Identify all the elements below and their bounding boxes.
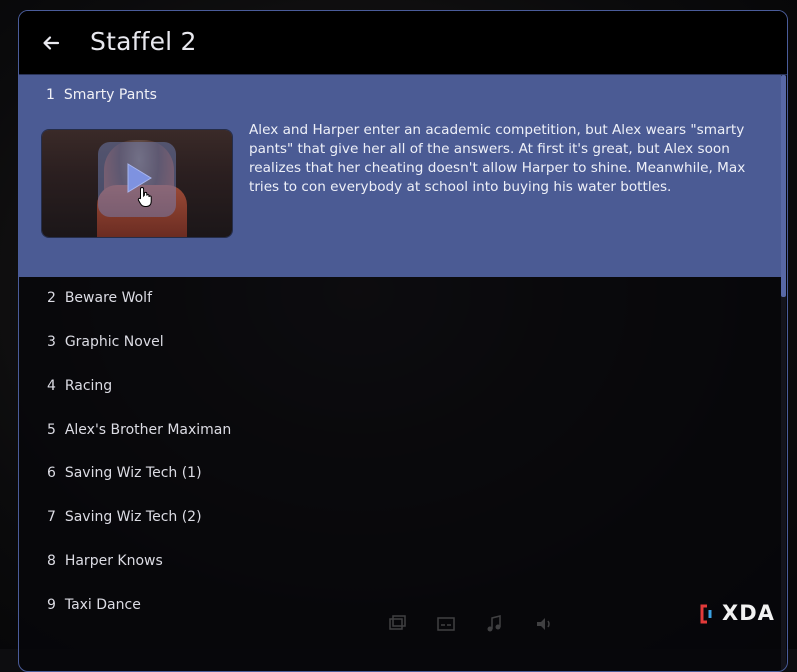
episode-item[interactable]: 3 Graphic Novel [19,321,781,365]
subtitles-icon [437,617,455,631]
volume-icon [537,618,550,630]
episode-item[interactable]: 7 Saving Wiz Tech (2) [19,496,781,540]
episode-item[interactable]: 8 Harper Knows [19,540,781,584]
episode-label: 6 Saving Wiz Tech (1) [47,465,202,481]
layers-icon [389,615,406,630]
page-title: Staffel 2 [90,27,197,56]
episode-label: 9 Taxi Dance [47,597,141,613]
episode-label: 7 Saving Wiz Tech (2) [47,509,202,525]
episode-label: 4 Racing [47,378,113,394]
episode-number: 1 [46,87,55,103]
episode-label: 2 Beware Wolf [47,290,152,306]
episode-description: Alex and Harper enter an academic compet… [249,122,746,195]
episode-item[interactable]: 5 Alex's Brother Maximan [19,409,781,453]
xda-bracket-icon [700,604,712,624]
music-icon [487,615,501,632]
panel-header: Staffel 2 [19,11,787,74]
episode-item-active[interactable]: 1 Smarty Pants Alex and Harper enter an … [19,75,781,277]
episode-thumbnail[interactable] [42,130,232,237]
xda-text: XDA [722,601,775,625]
episode-item[interactable]: 4 Racing [19,365,781,409]
hand-cursor-icon [137,186,152,207]
xda-watermark: XDA [700,601,780,625]
episode-list: 1 Smarty Pants Alex and Harper enter an … [19,75,781,671]
episode-title: 1 Smarty Pants [46,87,157,103]
episode-label: 5 Alex's Brother Maximan [47,422,232,438]
episode-name: Smarty Pants [63,87,157,103]
scrollbar[interactable] [781,75,786,671]
arrow-left-icon[interactable] [41,33,61,53]
episode-label: 8 Harper Knows [47,553,163,569]
scrollbar-thumb[interactable] [781,75,786,297]
episode-label: 3 Graphic Novel [47,334,164,350]
episode-item[interactable]: 6 Saving Wiz Tech (1) [19,452,781,496]
episode-list-panel: Staffel 2 1 Smarty Pants Alex and Harper… [18,10,788,672]
episode-item[interactable]: 2 Beware Wolf [19,277,781,321]
